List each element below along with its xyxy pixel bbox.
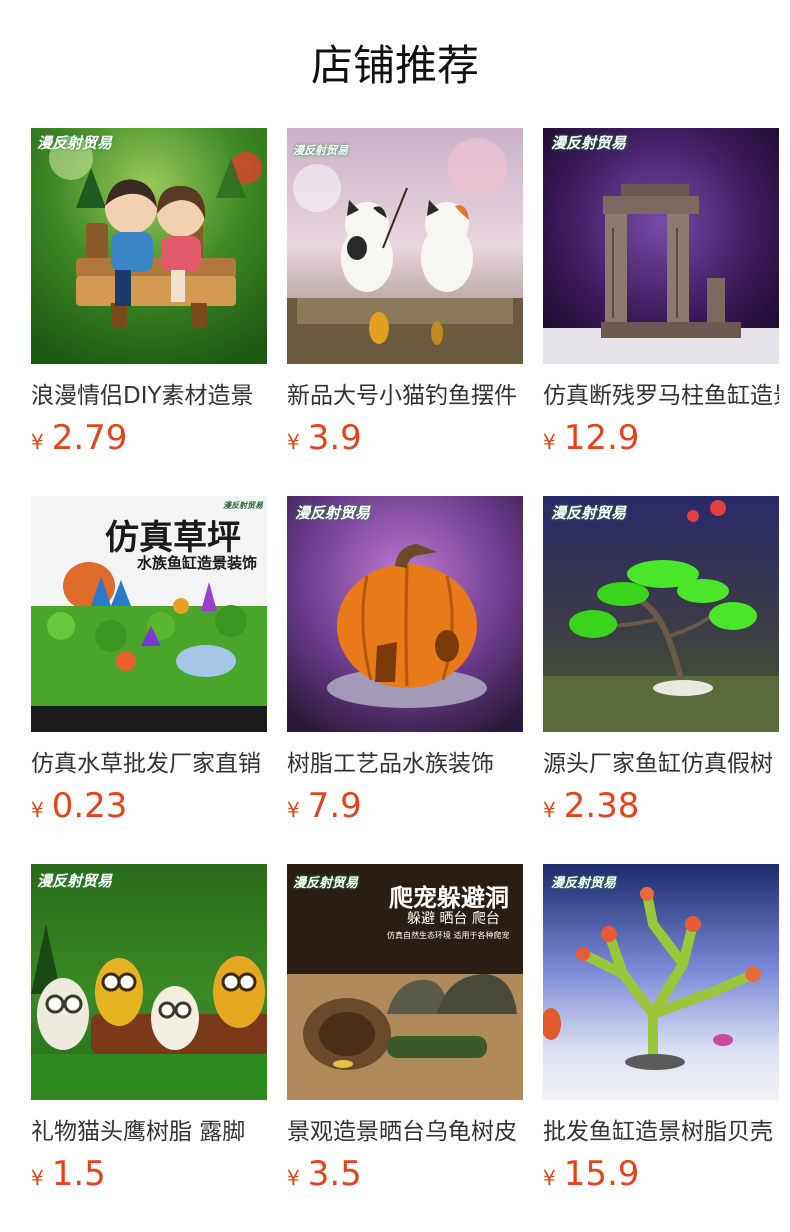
price-amount: 3.9 <box>307 418 362 458</box>
product-card[interactable]: 漫反射贸易 批发鱼缸造景树脂贝壳 ¥15.9 <box>543 864 779 1232</box>
watermark-logo: 漫反射贸易 <box>551 134 627 152</box>
currency-symbol: ¥ <box>31 430 44 454</box>
product-card[interactable]: 漫反射贸易 新品大号小猫钓鱼摆件 ¥3.9 <box>287 128 523 496</box>
price-amount: 0.23 <box>51 786 128 826</box>
watermark-logo: 漫反射贸易 <box>223 500 263 510</box>
product-image[interactable]: 漫反射贸易 <box>287 496 523 732</box>
watermark-logo: 漫反射贸易 <box>293 144 348 157</box>
price-amount: 2.38 <box>563 786 640 826</box>
product-card[interactable]: 漫反射贸易 树脂工艺品水族装饰 ¥7.9 <box>287 496 523 864</box>
price-amount: 15.9 <box>563 1154 640 1194</box>
product-title[interactable]: 浪漫情侣DIY素材造景 <box>31 378 267 414</box>
product-card[interactable]: 漫反射贸易 礼物猫头鹰树脂 露脚 ¥1.5 <box>31 864 267 1232</box>
currency-symbol: ¥ <box>543 798 556 822</box>
watermark-logo: 漫反射贸易 <box>37 134 113 152</box>
product-title[interactable]: 仿真断残罗马柱鱼缸造景 <box>543 378 779 414</box>
product-price: ¥15.9 <box>543 1152 639 1196</box>
price-amount: 7.9 <box>307 786 362 826</box>
page-title: 店铺推荐 <box>310 41 479 90</box>
product-card[interactable]: 漫反射贸易 仿真断残罗马柱鱼缸造景 ¥12.9 <box>543 128 779 496</box>
product-image[interactable]: 漫反射贸易 <box>31 128 267 364</box>
product-image[interactable]: 漫反射贸易 <box>287 128 523 364</box>
product-grid: 漫反射贸易 浪漫情侣DIY素材造景 ¥2.79 漫反射贸易 新品大号小猫钓鱼摆件… <box>31 128 790 1232</box>
banner-subtitle: 水族鱼缸造景装饰 <box>137 554 258 572</box>
product-price: ¥3.5 <box>287 1152 362 1196</box>
currency-symbol: ¥ <box>287 1166 300 1190</box>
product-card[interactable]: 漫反射贸易 浪漫情侣DIY素材造景 ¥2.79 <box>31 128 267 496</box>
watermark-logo: 漫反射贸易 <box>551 876 617 891</box>
product-title[interactable]: 树脂工艺品水族装饰 <box>287 746 523 782</box>
watermark-logo: 漫反射贸易 <box>37 872 113 890</box>
product-card[interactable]: 漫反射贸易 源头厂家鱼缸仿真假树 ¥2.38 <box>543 496 779 864</box>
banner-subtitle: 躲避 晒台 爬台 <box>407 911 500 927</box>
product-price: ¥2.38 <box>543 784 639 828</box>
product-image[interactable]: 漫反射贸易 <box>31 864 267 1100</box>
product-image[interactable]: 漫反射贸易 爬宠躲避洞 躲避 晒台 爬台 仿真自然生态环境 适用于各种爬宠 <box>287 864 523 1100</box>
product-price: ¥12.9 <box>543 416 639 460</box>
product-title[interactable]: 批发鱼缸造景树脂贝壳 <box>543 1114 779 1150</box>
price-amount: 12.9 <box>563 418 640 458</box>
product-image[interactable]: 漫反射贸易 <box>543 496 779 732</box>
currency-symbol: ¥ <box>31 1166 44 1190</box>
banner-note: 仿真自然生态环境 适用于各种爬宠 <box>387 931 510 940</box>
product-card[interactable]: 漫反射贸易 爬宠躲避洞 躲避 晒台 爬台 仿真自然生态环境 适用于各种爬宠 景观… <box>287 864 523 1232</box>
price-amount: 2.79 <box>51 418 128 458</box>
watermark-logo: 漫反射贸易 <box>293 876 359 891</box>
product-image[interactable]: 仿真草坪 水族鱼缸造景装饰 漫反射贸易 <box>31 496 267 732</box>
product-title[interactable]: 礼物猫头鹰树脂 露脚 <box>31 1114 267 1150</box>
product-title[interactable]: 源头厂家鱼缸仿真假树 <box>543 746 779 782</box>
product-title[interactable]: 新品大号小猫钓鱼摆件 <box>287 378 523 414</box>
product-title[interactable]: 景观造景晒台乌龟树皮 <box>287 1114 523 1150</box>
price-amount: 1.5 <box>51 1154 106 1194</box>
product-price: ¥0.23 <box>31 784 127 828</box>
currency-symbol: ¥ <box>543 1166 556 1190</box>
currency-symbol: ¥ <box>287 798 300 822</box>
watermark-logo: 漫反射贸易 <box>295 504 371 522</box>
product-price: ¥7.9 <box>287 784 362 828</box>
product-card[interactable]: 仿真草坪 水族鱼缸造景装饰 漫反射贸易 仿真水草批发厂家直销 ¥0.23 <box>31 496 267 864</box>
product-image[interactable]: 漫反射贸易 <box>543 128 779 364</box>
product-price: ¥3.9 <box>287 416 362 460</box>
price-amount: 3.5 <box>307 1154 362 1194</box>
watermark-logo: 漫反射贸易 <box>551 504 627 522</box>
currency-symbol: ¥ <box>287 430 300 454</box>
currency-symbol: ¥ <box>31 798 44 822</box>
currency-symbol: ¥ <box>543 430 556 454</box>
product-price: ¥2.79 <box>31 416 127 460</box>
product-image[interactable]: 漫反射贸易 <box>543 864 779 1100</box>
product-title[interactable]: 仿真水草批发厂家直销 <box>31 746 267 782</box>
product-price: ¥1.5 <box>31 1152 106 1196</box>
